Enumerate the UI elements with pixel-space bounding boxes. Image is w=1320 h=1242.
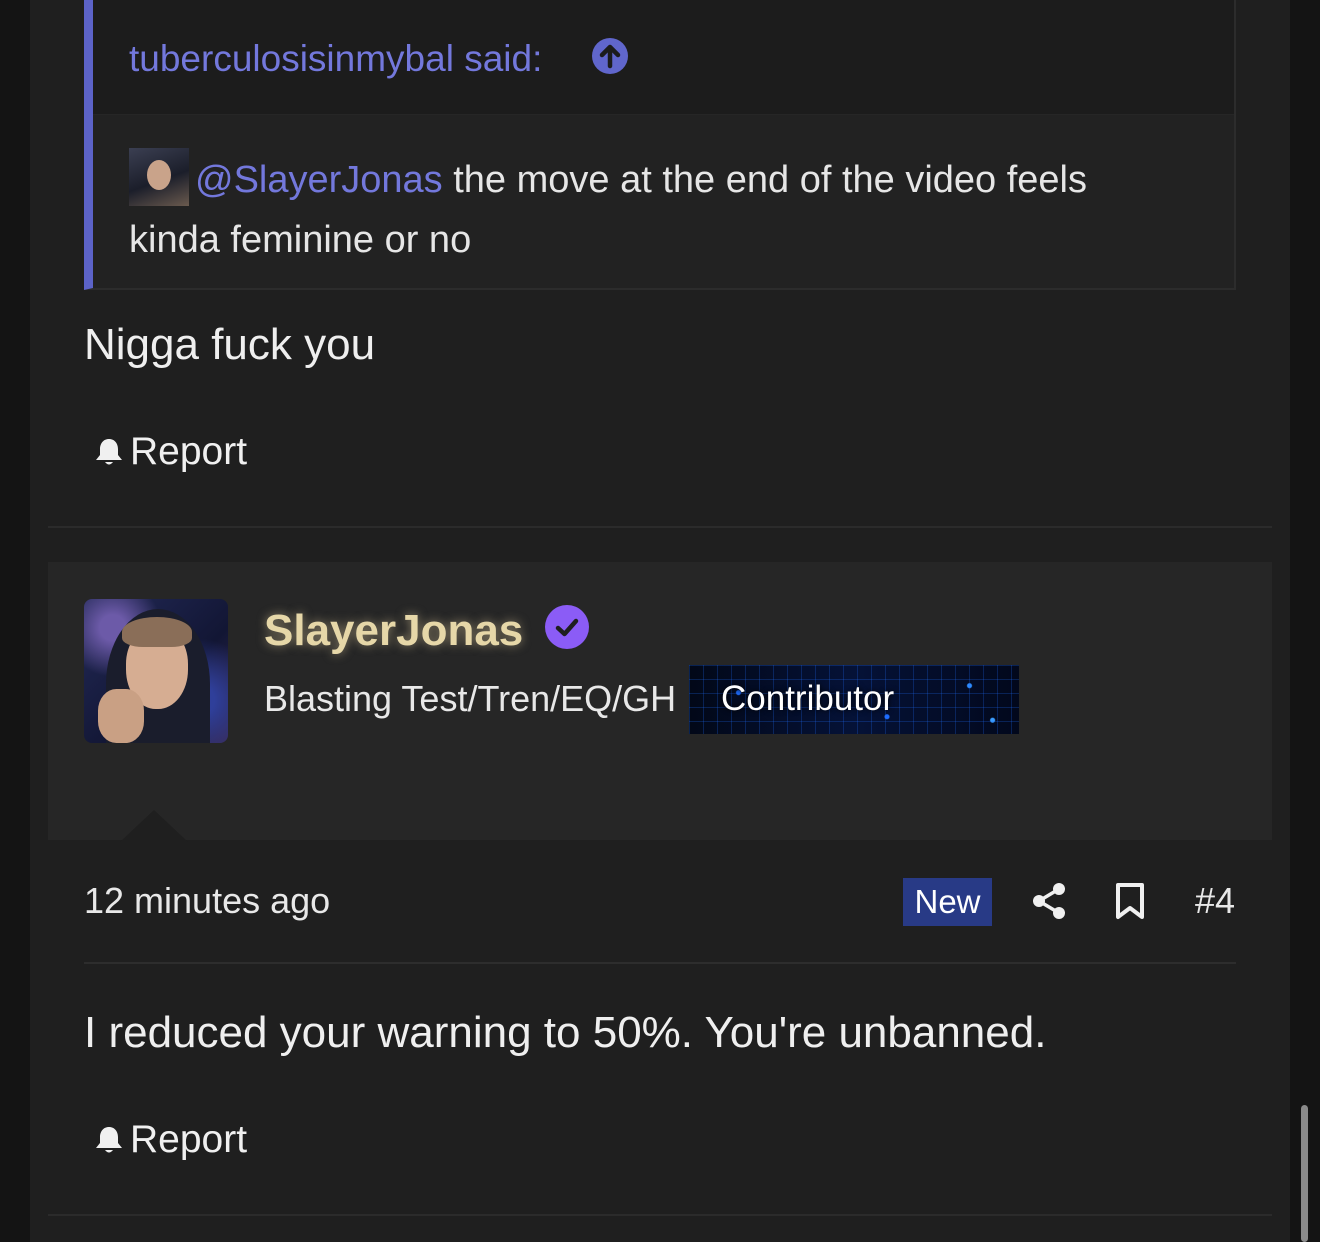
verified-badge-icon [545,605,589,649]
mention-avatar [129,148,189,206]
report-button[interactable]: Report [92,1118,247,1162]
jump-to-quote-icon[interactable] [591,37,629,75]
post-number-link[interactable]: #4 [1195,880,1235,922]
post-message: Nigga fuck you [84,320,376,369]
user-title: Blasting Test/Tren/EQ/GH [264,678,677,719]
user-card: SlayerJonas Blasting Test/Tren/EQ/GH Con… [48,562,1272,840]
bell-icon [96,439,122,465]
quote-body: @SlayerJonas the move at the end of the … [129,148,1129,270]
username-link[interactable]: SlayerJonas [264,606,523,656]
quote-author-link[interactable]: tuberculosisinmybal said: [129,38,542,80]
scrollbar[interactable] [1301,1105,1308,1242]
bell-icon [96,1127,122,1153]
mention-link[interactable]: @SlayerJonas [195,159,443,201]
bookmark-icon[interactable] [1113,882,1147,920]
post-divider [48,526,1272,528]
post-divider [48,1214,1272,1216]
quote-block: tuberculosisinmybal said: @SlayerJonas t… [84,0,1236,290]
banner-label: Contributor [721,679,895,718]
user-banner: Contributor [689,665,1019,734]
report-label: Report [130,1118,248,1161]
post-timestamp[interactable]: 12 minutes ago [84,880,330,922]
meta-divider [84,962,1236,964]
thread-page: tuberculosisinmybal said: @SlayerJonas t… [30,0,1290,1242]
card-pointer [120,810,188,842]
post-message: I reduced your warning to 50%. You're un… [84,1008,1047,1057]
avatar[interactable] [84,599,228,743]
quote-header: tuberculosisinmybal said: [93,0,1234,115]
report-label: Report [130,430,248,473]
report-button[interactable]: Report [92,430,247,474]
new-badge: New [903,878,992,926]
share-icon[interactable] [1030,882,1068,920]
